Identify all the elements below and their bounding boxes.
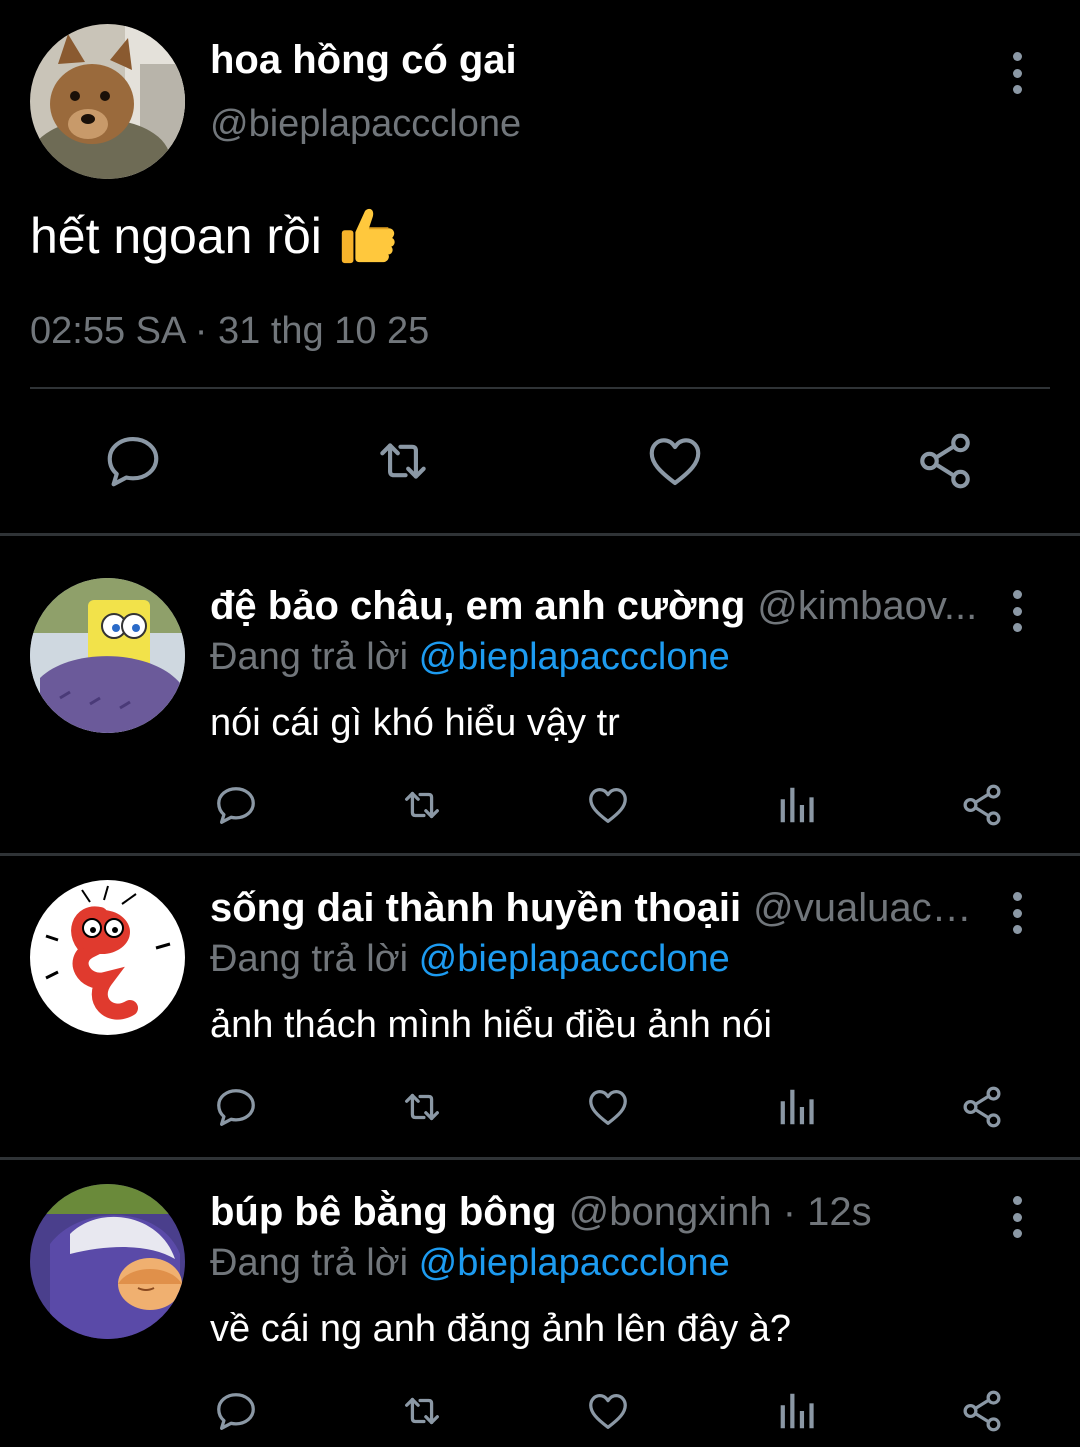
- reply-avatar[interactable]: [30, 880, 185, 1035]
- tweet-text: hết ngoan rồi: [30, 205, 398, 267]
- reply-author-handle[interactable]: @vualuach...: [753, 886, 980, 931]
- reply-avatar[interactable]: [30, 578, 185, 733]
- reply-text: về cái ng anh đăng ảnh lên đây à?: [210, 1308, 792, 1350]
- author-name[interactable]: hoa hồng có gai: [210, 38, 517, 83]
- more-options-icon[interactable]: [1002, 586, 1032, 636]
- tweet-actions: [0, 425, 1080, 500]
- retweet-icon[interactable]: [396, 1084, 448, 1130]
- reply-icon[interactable]: [212, 1084, 260, 1130]
- share-icon[interactable]: [958, 1084, 1006, 1130]
- views-icon[interactable]: [772, 782, 820, 828]
- reply-author-handle[interactable]: @bongxinh · 12s: [569, 1190, 872, 1235]
- reply-text: nói cái gì khó hiểu vậy tr: [210, 702, 620, 744]
- main-tweet: hoa hồng có gai @bieplapaccclone hết ngo…: [0, 0, 1080, 535]
- more-options-icon[interactable]: [1002, 888, 1032, 938]
- reply-text: ảnh thách mình hiểu điều ảnh nói: [210, 1004, 772, 1046]
- reply-actions: [0, 776, 1080, 836]
- divider: [30, 387, 1050, 389]
- replying-to: Đang trả lời @bieplapaccclone: [210, 636, 730, 679]
- like-icon[interactable]: [642, 430, 708, 492]
- replying-mention[interactable]: @bieplapaccclone: [419, 636, 730, 678]
- views-icon[interactable]: [772, 1084, 820, 1130]
- replying-label: Đang trả lời: [210, 1242, 409, 1284]
- reply-header: sống dai thành huyền thoạii @vualuach...: [210, 886, 980, 931]
- reply-tweet[interactable]: đệ bảo châu, em anh cường @kimbaov... Đa…: [0, 536, 1080, 854]
- reply-tweet[interactable]: sống dai thành huyền thoạii @vualuach...…: [0, 856, 1080, 1158]
- like-icon[interactable]: [584, 1388, 632, 1434]
- reply-tweet[interactable]: búp bê bằng bông @bongxinh · 12s Đang tr…: [0, 1160, 1080, 1447]
- replying-label: Đang trả lời: [210, 938, 409, 980]
- reply-actions: [0, 1382, 1080, 1442]
- retweet-icon[interactable]: [396, 782, 448, 828]
- reply-avatar[interactable]: [30, 1184, 185, 1339]
- replying-to: Đang trả lời @bieplapaccclone: [210, 938, 730, 981]
- reply-author-name[interactable]: búp bê bằng bông: [210, 1190, 557, 1235]
- author-handle[interactable]: @bieplapaccclone: [210, 103, 521, 146]
- retweet-icon[interactable]: [396, 1388, 448, 1434]
- like-icon[interactable]: [584, 782, 632, 828]
- reply-author-name[interactable]: đệ bảo châu, em anh cường: [210, 584, 745, 629]
- retweet-icon[interactable]: [368, 430, 438, 492]
- views-icon[interactable]: [772, 1388, 820, 1434]
- share-icon[interactable]: [912, 430, 978, 492]
- more-options-icon[interactable]: [1002, 48, 1032, 98]
- replying-to: Đang trả lời @bieplapaccclone: [210, 1242, 730, 1285]
- reply-icon[interactable]: [212, 1388, 260, 1434]
- reply-header: đệ bảo châu, em anh cường @kimbaov...: [210, 584, 980, 629]
- share-icon[interactable]: [958, 782, 1006, 828]
- reply-header: búp bê bằng bông @bongxinh · 12s: [210, 1190, 980, 1235]
- reply-author-handle[interactable]: @kimbaov...: [757, 584, 977, 629]
- more-options-icon[interactable]: [1002, 1192, 1032, 1242]
- like-icon[interactable]: [584, 1084, 632, 1130]
- reply-author-name[interactable]: sống dai thành huyền thoạii: [210, 886, 741, 931]
- replying-label: Đang trả lời: [210, 636, 409, 678]
- author-avatar[interactable]: [30, 24, 185, 179]
- reply-actions: [0, 1078, 1080, 1138]
- replying-mention[interactable]: @bieplapaccclone: [419, 938, 730, 980]
- replying-mention[interactable]: @bieplapaccclone: [419, 1242, 730, 1284]
- share-icon[interactable]: [958, 1388, 1006, 1434]
- tweet-body: hết ngoan rồi: [30, 208, 322, 264]
- reply-icon[interactable]: [212, 782, 260, 828]
- thumbs-up-icon: [336, 205, 398, 267]
- reply-icon[interactable]: [100, 430, 166, 492]
- tweet-timestamp: 02:55 SA · 31 thg 10 25: [30, 310, 430, 352]
